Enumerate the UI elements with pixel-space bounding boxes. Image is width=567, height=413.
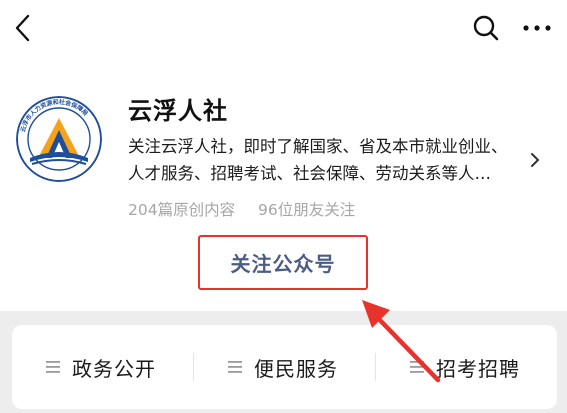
follow-button-label: 关注公众号 [230,252,336,276]
original-count: 204篇原创内容 [128,201,236,219]
menu-list-icon [46,361,60,373]
menu-divider [375,353,376,381]
chevron-left-icon[interactable] [12,13,34,43]
follow-button[interactable]: 关注公众号 [198,235,368,290]
account-profile-page: 云浮市人力资源和社会保障局 云浮人社 关注云浮人社，即时了解国家、省及本市就业创… [0,0,567,413]
account-description[interactable]: 关注云浮人社，即时了解国家、省及本市就业创业、 人才服务、招聘考试、社会保障、劳… [128,133,528,187]
search-icon[interactable] [472,13,500,43]
menu-item-recruitment[interactable]: 招考招聘 [410,325,520,409]
menu-item-label: 便民服务 [254,356,338,381]
bureau-logo-icon: 云浮市人力资源和社会保障局 [16,96,102,182]
menu-item-convenience-services[interactable]: 便民服务 [228,325,338,409]
more-horizontal-icon[interactable] [522,18,552,38]
menu-item-government-affairs[interactable]: 政务公开 [46,325,156,409]
avatar[interactable]: 云浮市人力资源和社会保障局 [16,96,102,182]
menu-bar: 政务公开 便民服务 招考招聘 [12,325,557,409]
friends-following: 96位朋友关注 [258,201,356,219]
menu-bar-area: 政务公开 便民服务 招考招聘 [0,311,567,413]
description-line-2: 人才服务、招聘考试、社会保障、劳动关系等人… [128,164,491,183]
menu-list-icon [410,361,424,373]
chevron-right-icon[interactable] [528,150,542,170]
menu-item-label: 政务公开 [72,356,156,381]
account-stats: 204篇原创内容 96位朋友关注 [128,198,355,220]
account-name: 云浮人社 [128,97,228,125]
menu-divider [193,353,194,381]
description-line-1: 关注云浮人社，即时了解国家、省及本市就业创业、 [128,137,508,156]
menu-item-label: 招考招聘 [436,356,520,381]
menu-list-icon [228,361,242,373]
